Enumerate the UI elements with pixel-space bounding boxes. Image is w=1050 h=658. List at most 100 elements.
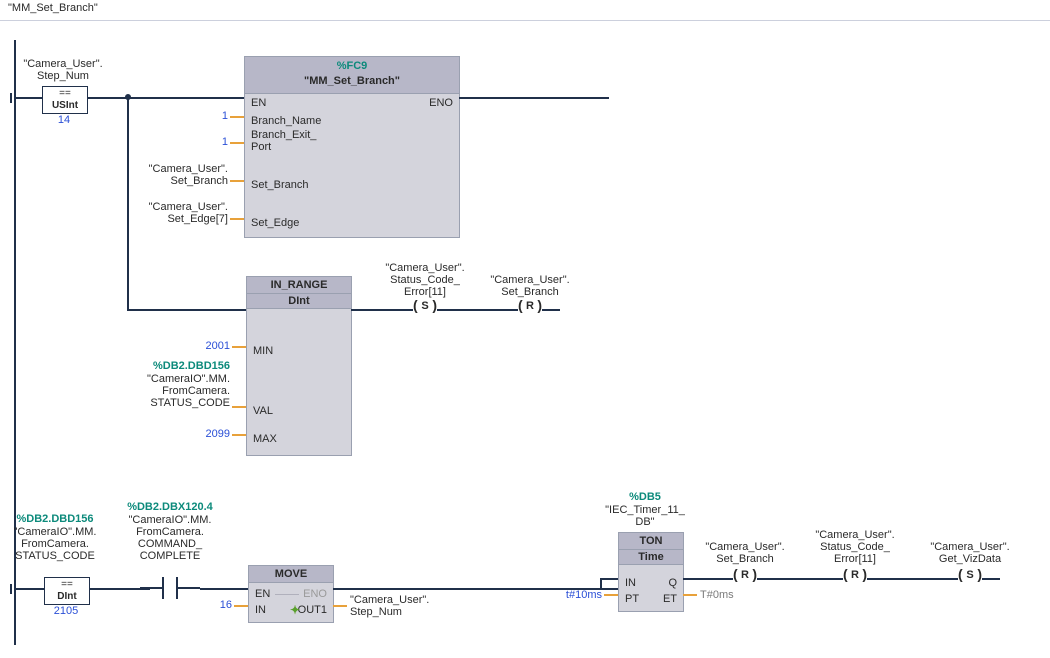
r2-cmp-type: DInt: [45, 591, 89, 603]
wire: [459, 97, 609, 99]
coilS-l1: "Camera_User".: [370, 262, 480, 274]
r2-cmp-l1: "CameraIO".MM.: [0, 526, 110, 538]
ton-pt-val: t#10ms: [540, 589, 602, 601]
inrange-max: MAX: [253, 433, 277, 445]
ton-name: TON: [619, 533, 683, 550]
coil-r-err: () R: [825, 564, 885, 594]
fc9-eno: ENO: [429, 97, 453, 109]
move-eno-line: [275, 594, 299, 595]
fc9-name: "MM_Set_Branch": [245, 75, 459, 87]
coil-r1: () R: [500, 295, 560, 325]
fc9-arg-bname: 1: [180, 110, 228, 122]
move-eno: ENO: [303, 588, 327, 600]
fc9-bname: Branch_Name: [251, 115, 321, 127]
wire: [128, 97, 244, 99]
r2-no-l3: COMMAND_: [115, 538, 225, 550]
ton-in: IN: [625, 577, 636, 589]
wire: [683, 578, 718, 580]
move-out-l2: Step_Num: [350, 606, 402, 618]
inrange-val1: "CameraIO".MM.: [120, 373, 230, 385]
pin: [230, 218, 244, 220]
move-out1: OUT1: [298, 604, 327, 616]
pin: [232, 406, 246, 408]
ton-inst2: DB": [590, 516, 700, 528]
wire: [14, 588, 44, 590]
wire: [200, 588, 248, 590]
fc9-block: %FC9 "MM_Set_Branch" EN ENO Branch_Name …: [244, 56, 460, 238]
r2-cmp-l2: FromCamera.: [0, 538, 110, 550]
inrange-max-val: 2099: [170, 428, 230, 440]
ton-inst1: "IEC_Timer_11_: [590, 504, 700, 516]
fc9-bexit2: Port: [251, 141, 271, 153]
wire: [600, 588, 618, 590]
r2-cmp-val: 2105: [44, 605, 88, 617]
inrange-block: IN_RANGE DInt MIN VAL MAX: [246, 276, 352, 456]
inrange-val-addr: %DB2.DBD156: [120, 360, 230, 372]
inrange-min: MIN: [253, 345, 273, 357]
r2-cmp-addr: %DB2.DBD156: [0, 513, 110, 525]
fc9-en: EN: [251, 97, 266, 109]
inrange-type: DInt: [247, 294, 351, 309]
rail-tick: [10, 584, 12, 594]
inrange-val2: FromCamera.: [120, 385, 230, 397]
inrange-min-val: 2001: [170, 340, 230, 352]
pin: [232, 346, 246, 348]
fc9-setbranch: Set_Branch: [251, 179, 308, 191]
move-en: EN: [255, 588, 270, 600]
fc9-arg-se1: "Camera_User".: [120, 201, 228, 213]
r2-no-l2: FromCamera.: [115, 526, 225, 538]
coil-s-getviz-t: S: [940, 569, 1000, 581]
pin: [230, 180, 244, 182]
coilR-l1: "Camera_User".: [475, 274, 585, 286]
ton-et: ET: [663, 593, 677, 605]
wire: [600, 578, 618, 580]
expand-icon: ✦: [290, 603, 300, 617]
pin: [234, 605, 248, 607]
ton-pt: PT: [625, 593, 639, 605]
r2-cmp-box: == DInt: [44, 577, 90, 605]
cmp1-val: 14: [42, 114, 86, 126]
inrange-name: IN_RANGE: [247, 277, 351, 294]
coil-s1: () S: [395, 295, 455, 325]
coilS-l2: Status_Code_: [370, 274, 480, 286]
ton-addr: %DB5: [590, 491, 700, 503]
coil-r-err-t: R: [825, 569, 885, 581]
pin: [230, 142, 244, 144]
pin: [333, 605, 347, 607]
coil-r1-type: R: [500, 300, 560, 312]
fc9-arg-sb2: Set_Branch: [120, 175, 228, 187]
pin: [604, 594, 618, 596]
r2-c2-l2: Status_Code_: [800, 541, 910, 553]
fc9-addr: %FC9: [245, 60, 459, 72]
fc9-title: %FC9 "MM_Set_Branch": [245, 57, 459, 94]
ton-type: Time: [619, 550, 683, 565]
r2-c1-l1: "Camera_User".: [690, 541, 800, 553]
cmp1-box: == USInt: [42, 86, 88, 114]
pin: [230, 116, 244, 118]
move-name: MOVE: [249, 566, 333, 583]
r2-no-l4: COMPLETE: [115, 550, 225, 562]
fc9-bexit1: Branch_Exit_: [251, 129, 316, 141]
r2-c3-l1: "Camera_User".: [915, 541, 1025, 553]
move-in-val: 16: [190, 599, 232, 611]
r2-cmp-op: ==: [45, 579, 89, 591]
ton-q: Q: [668, 577, 677, 589]
cmp1-tag2: Step_Num: [8, 70, 118, 82]
network-title: "MM_Set_Branch": [8, 2, 98, 14]
coil-r-setbranch-t: R: [715, 569, 775, 581]
inrange-val3: STATUS_CODE: [120, 397, 230, 409]
ladder-canvas: "MM_Set_Branch" "Camera_User". Step_Num …: [0, 0, 1050, 658]
wire: [775, 578, 825, 580]
wire: [885, 578, 940, 580]
coil-s1-type: S: [395, 300, 455, 312]
fc9-setedge: Set_Edge: [251, 217, 299, 229]
divider: [0, 20, 1050, 21]
wire: [88, 97, 128, 99]
fc9-arg-sb1: "Camera_User".: [120, 163, 228, 175]
pin: [232, 434, 246, 436]
r2-c2-l1: "Camera_User".: [800, 529, 910, 541]
move-out-l1: "Camera_User".: [350, 594, 429, 606]
cmp1-op: ==: [43, 88, 87, 100]
fc9-arg-se2: Set_Edge[7]: [120, 213, 228, 225]
r2-no-addr: %DB2.DBX120.4: [115, 501, 225, 513]
